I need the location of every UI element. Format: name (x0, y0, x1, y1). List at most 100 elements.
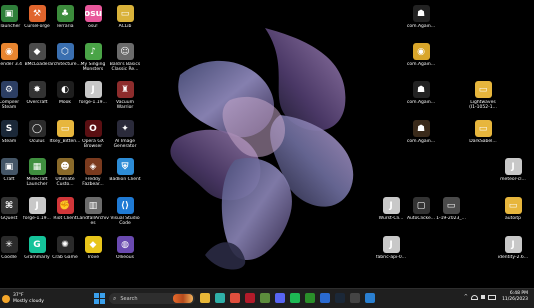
desktop-icon[interactable]: Jforge-1.19... (78, 81, 108, 113)
desktop-icon[interactable]: ☗ com.Again... (406, 5, 436, 37)
desktop-icon[interactable]: ✸ Overcraft (22, 81, 52, 113)
taskbar-app-chrome[interactable] (230, 293, 240, 303)
taskbar-app-minecraft[interactable] (260, 293, 270, 303)
desktop-app-icon: ♣ (56, 5, 74, 22)
wifi-icon[interactable] (471, 294, 478, 300)
desktop-icon[interactable]: Jmeteor-cl... (498, 158, 528, 190)
desktop-app-icon: ☗ (412, 5, 430, 22)
desktop-icon[interactable]: ▭ DarkSabel... (468, 120, 498, 152)
weather-widget[interactable]: 37°F Mostly cloudy (2, 291, 44, 306)
desktop-icon-label: autoitp (505, 216, 521, 221)
search-highlight-image (173, 294, 193, 303)
taskbar-app-store[interactable] (320, 293, 330, 303)
desktop-icon-label: com.Again... (406, 62, 436, 67)
desktop-app-icon: ▭ (56, 120, 74, 137)
desktop-icon[interactable]: ⚙ Compiler Steam (0, 81, 24, 113)
desktop-icon[interactable]: ▣ Tlauncher (0, 5, 24, 37)
desktop-icon[interactable]: O Opera GX Browser (78, 120, 108, 152)
desktop-icon[interactable]: Jfabric-api-0... (376, 236, 406, 268)
taskbar-app-spotify[interactable] (290, 293, 300, 303)
search-icon: ⌕ (113, 294, 117, 302)
desktop-icon[interactable]: ☗ com.Again... (406, 81, 436, 113)
desktop-app-icon: ♪ (84, 43, 102, 60)
taskbar-app-opera-gx[interactable] (245, 293, 255, 303)
desktop-app-icon: ⚙ (0, 81, 18, 98)
desktop-app-icon: G (28, 236, 46, 253)
desktop-icon[interactable]: ▭ autoitp (498, 197, 528, 229)
desktop-icon-label: osu! (88, 24, 98, 29)
taskbar-app-discord[interactable] (275, 293, 285, 303)
desktop-app-icon: ⌘ (0, 197, 18, 214)
desktop-icon[interactable]: ◆ Trove (78, 236, 108, 268)
taskbar-app-steam[interactable] (335, 293, 345, 303)
desktop-icon-label: LandfallArchives (77, 216, 109, 226)
desktop-app-icon: ◐ (56, 81, 74, 98)
desktop-app-icon: ✳ (0, 236, 18, 253)
taskbar-app-xbox[interactable] (305, 293, 315, 303)
desktop-icon[interactable]: Jidentity-2.6... (498, 236, 528, 268)
desktop-app-icon: ▣ (0, 158, 18, 175)
desktop-icon-label: com.Again... (406, 139, 436, 144)
desktop-icon[interactable]: J Wurst-Cli... (376, 197, 406, 229)
desktop-icon[interactable]: osu osu! (78, 5, 108, 37)
desktop-icon[interactable]: ◉Blender 3.4 (0, 43, 24, 75)
desktop-icon[interactable]: ◆ BMcLoader (22, 43, 52, 75)
desktop-icon[interactable]: ☺ Baldi's Basics Classic Re... (110, 43, 140, 75)
desktop-icon[interactable]: ⛨ Badlion Client (109, 158, 141, 190)
battery-icon[interactable] (488, 294, 496, 300)
desktop-icon[interactable]: ▢ AutoClicke... (406, 197, 436, 229)
taskbar-app-photos[interactable] (365, 293, 375, 303)
desktop-icon[interactable]: ♜ Vacuum Warrior (110, 81, 140, 113)
taskbar-search-box[interactable]: ⌕ Search (109, 293, 195, 304)
desktop-icon[interactable]: ◐ Mook (50, 81, 80, 113)
desktop-icon[interactable]: ⌘ GQuest (0, 197, 24, 229)
desktop-icon-label: meteor-cl... (500, 177, 526, 182)
start-button[interactable] (94, 293, 105, 304)
desktop-icon[interactable]: ▭ 1-19-2023_... (436, 197, 466, 229)
taskbar-clock[interactable]: 6:48 PM 11/26/2023 (502, 291, 528, 303)
desktop-icon[interactable]: ⚒ CurseForge (22, 5, 52, 37)
desktop-icon[interactable]: ☗ com.Again... (406, 120, 436, 152)
desktop-icon[interactable]: ✳ Coodle (0, 236, 24, 268)
taskbar-app-edge[interactable] (215, 293, 225, 303)
desktop-icon-label: Trove (86, 255, 100, 260)
chevron-up-icon[interactable]: ^ (464, 294, 468, 300)
weather-sun-icon (2, 294, 10, 303)
desktop-icon-label: com.Again... (406, 100, 436, 105)
desktop-icon-label: Wurst-Cli... (378, 216, 404, 221)
desktop-icon[interactable]: S Steam (0, 120, 24, 152)
desktop-app-icon: ▢ (412, 197, 430, 214)
desktop-icon[interactable]: ▥ LandfallArchives (77, 197, 109, 229)
desktop-icon[interactable]: ⟨⟩ Visual Studio Code (110, 197, 140, 229)
desktop-icon-label: Vacuum Warrior (115, 100, 135, 110)
desktop-app-icon: ☺ (116, 43, 134, 60)
desktop-icon[interactable]: ◯ Oculus (22, 120, 52, 152)
desktop-app-icon: ♜ (116, 81, 134, 98)
desktop-icon[interactable]: ▭ Lightwaves (I1-1052-1... (468, 81, 498, 113)
desktop-icon[interactable]: ♣ Terraria (50, 5, 80, 37)
desktop-icon[interactable]: ✦ AI Image Generator (110, 120, 140, 152)
desktop-app-icon: O (84, 120, 102, 137)
desktop-icon[interactable]: G Grammarly (22, 236, 52, 268)
desktop-icon-label: ACLib (118, 24, 132, 29)
desktop-icon[interactable]: ♪ My Singing Monsters (78, 43, 108, 75)
desktop-icon-label: Opera GX Browser (82, 139, 104, 149)
desktop-app-icon: ◈ (84, 158, 102, 175)
desktop-icon[interactable]: Jforge-1.19... (22, 197, 52, 229)
desktop-app-icon: ☗ (412, 120, 430, 137)
desktop-app-icon: ◆ (84, 236, 102, 253)
desktop-icon[interactable]: ◍ Ollieous (110, 236, 140, 268)
desktop-app-icon: ▭ (442, 197, 460, 214)
desktop-icon[interactable]: ▭ ACLib (110, 5, 140, 37)
weather-description: Mostly cloudy (13, 298, 44, 304)
desktop-app-icon: J (28, 197, 46, 214)
taskbar-app-terminal[interactable] (350, 293, 360, 303)
volume-icon[interactable] (481, 295, 485, 299)
desktop-icon[interactable]: ✺ Crab Game (50, 236, 80, 268)
desktop-icon[interactable]: ◉ com.Again... (406, 43, 436, 75)
desktop-icon-label: Freddy Fazbear... (82, 177, 104, 187)
desktop-icon[interactable]: ◈ Freddy Fazbear... (78, 158, 108, 190)
taskbar-app-file-explorer[interactable] (200, 293, 210, 303)
desktop-app-icon: ▣ (0, 5, 18, 22)
desktop-app-icon: ☻ (56, 158, 74, 175)
